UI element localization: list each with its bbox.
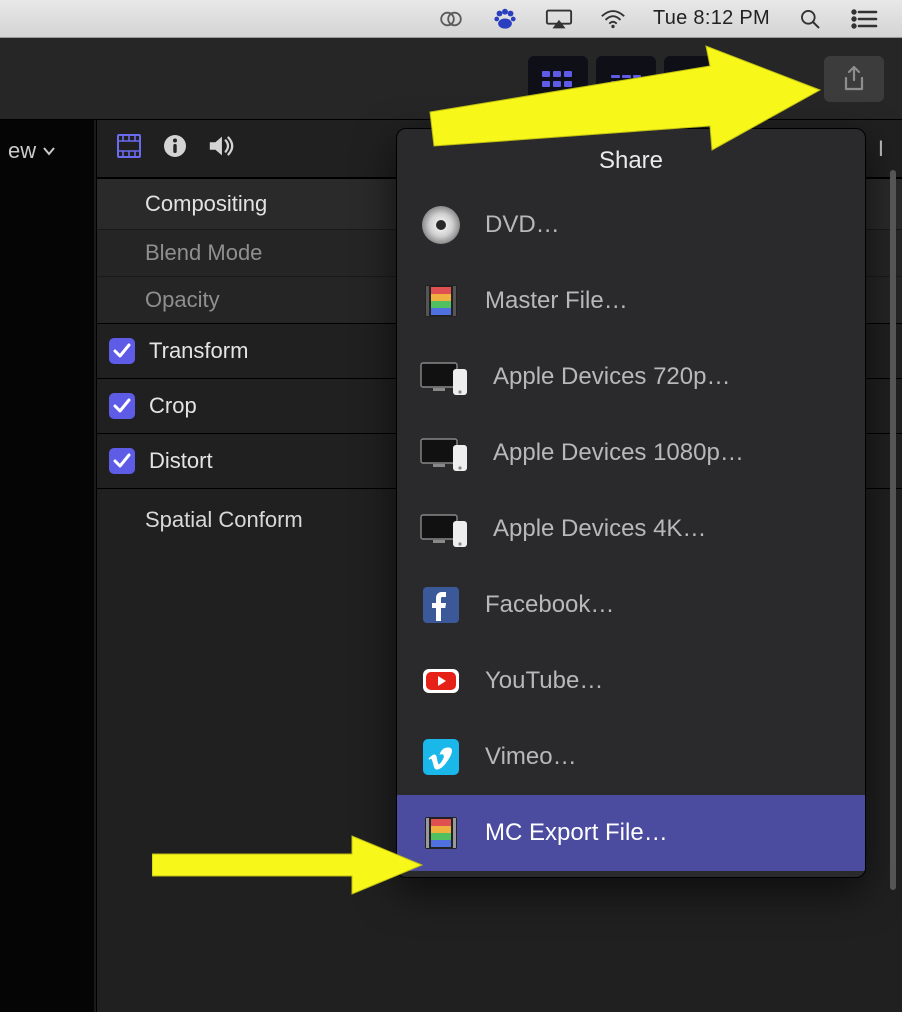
share-popover-title: Share [397,129,865,187]
wifi-icon[interactable] [599,8,627,30]
share-item-label: Master File… [485,287,628,315]
airplay-icon[interactable] [545,8,573,30]
disc-icon [419,203,463,247]
chevron-down-icon [42,144,56,158]
clock-time[interactable]: Tue 8:12 PM [653,7,770,30]
share-list: DVD… Master File… Apple Devices 720p… Ap… [397,187,865,877]
filmstrip-view-button[interactable] [528,56,588,102]
share-item-devices-1080p[interactable]: Apple Devices 1080p… [397,415,865,491]
share-item-label: Facebook… [485,591,614,619]
view-dropdown[interactable]: ew [0,120,94,164]
share-button[interactable] [824,56,884,102]
view-mode-segment [528,56,724,102]
info-icon[interactable] [161,132,189,165]
checkbox-checked-icon[interactable] [109,393,135,419]
share-item-devices-720p[interactable]: Apple Devices 720p… [397,339,865,415]
paw-icon[interactable] [491,8,519,30]
app-toolbar [0,38,902,120]
share-item-label: Vimeo… [485,743,577,771]
share-item-label: Apple Devices 1080p… [493,439,744,467]
youtube-icon [419,659,463,703]
crop-label: Crop [149,393,197,419]
checkbox-checked-icon[interactable] [109,338,135,364]
list-view-button[interactable] [596,56,656,102]
inspector-sliders-button[interactable] [664,56,724,102]
share-item-mc-export[interactable]: MC Export File… [397,795,865,871]
left-sidebar: ew [0,120,96,1012]
creative-cloud-icon[interactable] [437,8,465,30]
popover-scrollbar[interactable] [890,170,896,890]
checkbox-checked-icon[interactable] [109,448,135,474]
film-icon[interactable] [115,132,143,165]
spotlight-search-icon[interactable] [796,8,824,30]
distort-label: Distort [149,448,213,474]
film-color-icon [419,279,463,323]
share-item-youtube[interactable]: YouTube… [397,643,865,719]
devices-icon [419,431,471,475]
share-item-master-file[interactable]: Master File… [397,263,865,339]
share-item-label: DVD… [485,211,560,239]
share-item-label: MC Export File… [485,819,668,847]
share-item-vimeo[interactable]: Vimeo… [397,719,865,795]
share-item-facebook[interactable]: Facebook… [397,567,865,643]
devices-icon [419,507,471,551]
share-item-label: Apple Devices 720p… [493,363,730,391]
share-item-dvd[interactable]: DVD… [397,187,865,263]
film-color-icon [419,811,463,855]
facebook-icon [419,583,463,627]
view-label: ew [8,138,36,164]
inspector-tab-partial: I [878,136,884,162]
transform-label: Transform [149,338,248,364]
share-item-label: YouTube… [485,667,603,695]
share-popover: Share DVD… Master File… Apple Devices 72… [396,128,866,878]
share-item-devices-4k[interactable]: Apple Devices 4K… [397,491,865,567]
devices-icon [419,355,471,399]
vimeo-icon [419,735,463,779]
share-item-label: Apple Devices 4K… [493,515,706,543]
notification-center-icon[interactable] [850,8,878,30]
macos-menubar: Tue 8:12 PM [0,0,902,38]
audio-icon[interactable] [207,132,235,165]
